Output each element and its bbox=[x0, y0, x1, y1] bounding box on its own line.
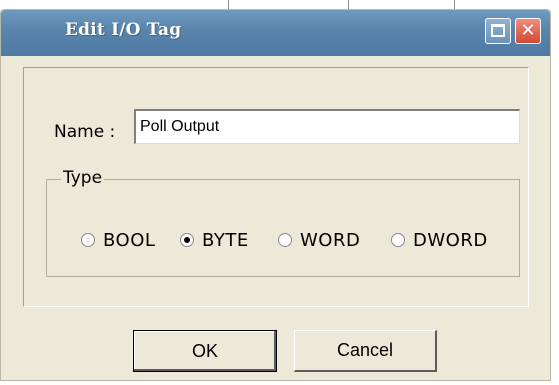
ok-button[interactable]: OK bbox=[133, 330, 277, 372]
edit-io-tag-dialog: Edit I/O Tag ✕ Name : Type BOOL bbox=[0, 9, 551, 381]
radio-word[interactable]: WORD bbox=[278, 230, 360, 251]
radio-byte-label[interactable]: BYTE bbox=[202, 230, 249, 251]
screen: Edit I/O Tag ✕ Name : Type BOOL bbox=[0, 0, 559, 385]
radio-byte[interactable]: BYTE bbox=[180, 230, 249, 251]
radio-dword-label[interactable]: DWORD bbox=[413, 230, 488, 251]
radio-selected-dot bbox=[184, 237, 190, 243]
close-button[interactable]: ✕ bbox=[515, 18, 541, 44]
maximize-icon bbox=[491, 24, 505, 37]
close-icon: ✕ bbox=[520, 20, 536, 41]
dialog-title: Edit I/O Tag bbox=[65, 20, 182, 40]
type-group: Type BOOL BYTE WORD DWORD bbox=[46, 168, 520, 277]
radio-word-label[interactable]: WORD bbox=[300, 230, 360, 251]
name-label: Name : bbox=[54, 122, 116, 142]
radio-bool[interactable]: BOOL bbox=[81, 230, 155, 251]
cancel-button[interactable]: Cancel bbox=[294, 330, 437, 372]
type-group-label: Type bbox=[61, 168, 105, 188]
radio-bool-circle[interactable] bbox=[81, 233, 95, 247]
title-bar[interactable]: Edit I/O Tag ✕ bbox=[1, 10, 550, 56]
radio-byte-circle[interactable] bbox=[180, 233, 194, 247]
maximize-button[interactable] bbox=[485, 18, 511, 44]
radio-dword-circle[interactable] bbox=[391, 233, 405, 247]
radio-word-circle[interactable] bbox=[278, 233, 292, 247]
name-input[interactable] bbox=[134, 109, 520, 144]
radio-bool-label[interactable]: BOOL bbox=[103, 230, 155, 251]
dialog-panel: Name : Type BOOL BYTE WORD bbox=[23, 67, 529, 307]
radio-dword[interactable]: DWORD bbox=[391, 230, 488, 251]
